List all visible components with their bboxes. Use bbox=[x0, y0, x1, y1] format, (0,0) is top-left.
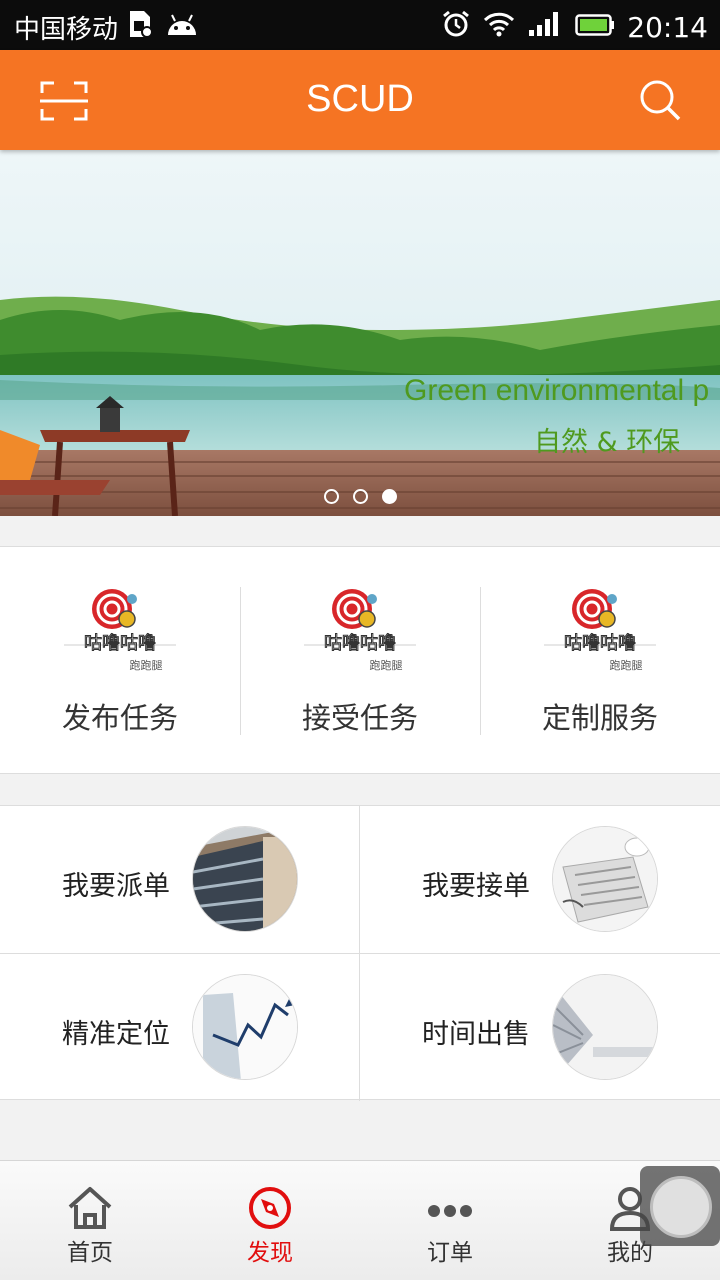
bottom-tab-bar: 首页 发现 订单 我的 bbox=[0, 1160, 720, 1280]
clock-time: 20:14 bbox=[627, 11, 708, 44]
grid-item-take-order[interactable]: 我要接单 bbox=[360, 806, 720, 953]
search-button[interactable] bbox=[638, 78, 682, 122]
tab-label: 订单 bbox=[427, 1240, 473, 1266]
app-bar: SCUD bbox=[0, 50, 720, 150]
building-image bbox=[192, 826, 298, 932]
grid-item-label: 我要接单 bbox=[422, 871, 530, 902]
service-accept-task[interactable]: 咕噜咕噜 跑跑腿 接受任务 bbox=[240, 547, 480, 773]
service-label: 发布任务 bbox=[61, 701, 178, 735]
banner-carousel[interactable]: Green environmental p 自然 & 环保 bbox=[0, 150, 720, 516]
svg-text:咕噜咕噜: 咕噜咕噜 bbox=[84, 633, 156, 654]
tab-home[interactable]: 首页 bbox=[0, 1161, 180, 1280]
grid-item-precise-location[interactable]: 精准定位 bbox=[0, 954, 360, 1101]
carousel-dot[interactable] bbox=[352, 489, 368, 504]
sim-card-icon bbox=[128, 9, 154, 46]
grid-item-dispatch[interactable]: 我要派单 bbox=[0, 806, 360, 953]
service-row: 咕噜咕噜 跑跑腿 发布任务 咕噜咕噜 跑跑腿 接受任务 咕噜咕噜 跑跑腿 定制服… bbox=[0, 546, 720, 774]
service-label: 接受任务 bbox=[301, 701, 418, 735]
tab-discover[interactable]: 发现 bbox=[180, 1161, 360, 1280]
status-bar: 中国移动 20:14 bbox=[0, 0, 720, 50]
service-publish-task[interactable]: 咕噜咕噜 跑跑腿 发布任务 bbox=[0, 547, 240, 773]
grid-item-label: 我要派单 bbox=[62, 871, 170, 902]
compass-icon bbox=[249, 1187, 291, 1229]
brand-logo-icon: 咕噜咕噜 跑跑腿 bbox=[544, 589, 656, 672]
tab-label: 发现 bbox=[247, 1240, 293, 1266]
banner-subline: 自然 & 环保 bbox=[534, 427, 681, 458]
more-dots-icon bbox=[428, 1205, 472, 1217]
brand-logo-icon: 咕噜咕噜 跑跑腿 bbox=[304, 589, 416, 672]
service-label: 定制服务 bbox=[541, 701, 658, 735]
floating-assistive-button[interactable] bbox=[640, 1166, 720, 1246]
brand-logo-icon: 咕噜咕噜 跑跑腿 bbox=[64, 589, 176, 672]
grid-divider bbox=[0, 953, 720, 954]
search-icon bbox=[640, 80, 681, 121]
growth-chart-image bbox=[192, 974, 298, 1080]
wifi-icon bbox=[483, 11, 515, 44]
grid-item-time-sale[interactable]: 时间出售 bbox=[360, 954, 720, 1101]
carousel-dot-active[interactable] bbox=[381, 489, 397, 504]
svg-text:咕噜咕噜: 咕噜咕噜 bbox=[324, 633, 396, 654]
grid-item-label: 精准定位 bbox=[62, 1019, 170, 1050]
page-title: SCUD bbox=[306, 78, 414, 120]
home-icon bbox=[68, 1187, 112, 1229]
architecture-image bbox=[552, 974, 658, 1080]
carousel-indicator bbox=[0, 489, 720, 504]
svg-text:跑跑腿: 跑跑腿 bbox=[130, 658, 163, 672]
banner-headline: Green environmental p bbox=[404, 374, 710, 407]
svg-text:跑跑腿: 跑跑腿 bbox=[610, 658, 643, 672]
service-custom[interactable]: 咕噜咕噜 跑跑腿 定制服务 bbox=[480, 547, 720, 773]
tab-orders[interactable]: 订单 bbox=[360, 1161, 540, 1280]
android-icon bbox=[164, 11, 200, 44]
signal-icon bbox=[527, 10, 563, 45]
newspaper-image bbox=[552, 826, 658, 932]
tab-label: 首页 bbox=[67, 1240, 113, 1266]
carousel-dot[interactable] bbox=[323, 489, 339, 504]
grid-item-label: 时间出售 bbox=[422, 1019, 530, 1050]
svg-text:咕噜咕噜: 咕噜咕噜 bbox=[564, 633, 636, 654]
banner-lake-image bbox=[0, 150, 720, 516]
battery-icon bbox=[575, 11, 615, 44]
feature-grid: 我要派单 我要接单 精准定位 时间出售 bbox=[0, 805, 720, 1101]
carrier-name: 中国移动 bbox=[14, 15, 119, 45]
svg-text:跑跑腿: 跑跑腿 bbox=[370, 658, 403, 672]
alarm-icon bbox=[441, 9, 471, 46]
